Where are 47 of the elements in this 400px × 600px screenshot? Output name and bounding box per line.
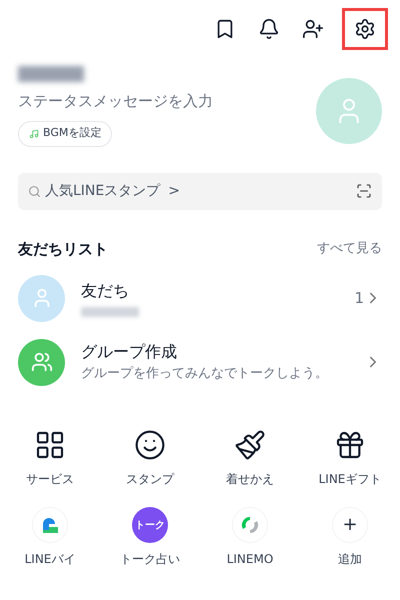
brush-icon [234, 429, 266, 461]
friend-count: 1 [354, 288, 364, 309]
service-label: サービス [25, 471, 75, 488]
list-row[interactable]: 友だち 1 [0, 274, 400, 322]
search-placeholder: 人気LINEスタンプ [45, 182, 160, 200]
see-all-link[interactable]: すべて見る [317, 239, 382, 258]
service-label: LINEMO [226, 551, 274, 568]
app-logo-icon [232, 507, 268, 543]
search-icon [28, 184, 41, 198]
bgm-button[interactable]: BGMを設定 [18, 120, 112, 146]
service-label: LINEギフト [318, 471, 382, 488]
row-title: 友だち [81, 280, 130, 302]
app-logo-icon [32, 507, 68, 543]
add-person-icon [302, 18, 324, 40]
search-bar[interactable]: 人気LINEスタンプ > [18, 172, 382, 210]
grid-icon [34, 429, 66, 461]
service-label: 追加 [337, 551, 363, 568]
row-subtitle: グループを作ってみんなでトークしよう。 [81, 365, 329, 384]
service-item[interactable]: LINEギフト [300, 426, 400, 488]
gift-icon [334, 429, 366, 461]
settings-button[interactable] [342, 8, 388, 50]
service-item[interactable]: LINEMO [200, 506, 300, 568]
music-note-icon [29, 128, 39, 138]
service-label: トーク占い [119, 551, 181, 568]
blurred-name [18, 66, 84, 82]
blurred-text [81, 307, 139, 317]
settings-icon [354, 18, 376, 40]
smiley-icon [134, 429, 166, 461]
row-title: グループ作成 [81, 341, 178, 364]
service-item[interactable]: トーク トーク占い [100, 506, 200, 568]
chevron-glyph: > [168, 182, 180, 200]
group-add-icon [30, 351, 52, 373]
status-message-field[interactable]: ステータスメッセージを入力 [18, 90, 316, 112]
list-row[interactable]: グループ作成 グループを作ってみんなでトークしよう。 [0, 338, 400, 386]
app-logo-icon: トーク [132, 507, 168, 543]
service-item[interactable]: + 追加 [300, 506, 400, 568]
scan-icon [356, 183, 372, 199]
add-icon: + [332, 507, 368, 543]
service-item[interactable]: 着せかえ [200, 426, 300, 488]
service-item[interactable]: サービス [0, 426, 100, 488]
service-item[interactable]: スタンプ [100, 426, 200, 488]
bell-icon [258, 18, 280, 40]
section-title: 友だちリスト [18, 238, 108, 260]
service-label: 着せかえ [225, 471, 275, 488]
service-label: LINEバイ [24, 551, 76, 568]
service-label: スタンプ [125, 471, 176, 488]
service-item[interactable]: LINEバイ [0, 506, 100, 568]
